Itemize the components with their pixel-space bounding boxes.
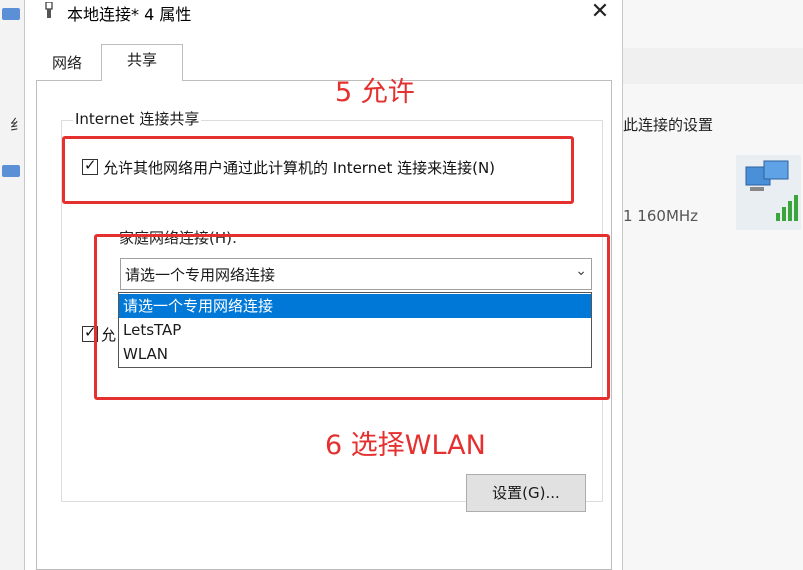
background-toolbar-band <box>621 48 803 84</box>
background-partial-text: 纟 <box>10 116 26 134</box>
highlight-box-dropdown <box>94 234 610 400</box>
tab-network[interactable]: 网络 <box>37 48 97 78</box>
background-window-left: 纟 <box>0 0 25 570</box>
tab-sharing[interactable]: 共享 <box>101 44 183 81</box>
network-status-icon <box>736 155 801 230</box>
settings-button[interactable]: 设置(G)... <box>466 474 586 512</box>
background-settings-text: 此连接的设置 <box>623 116 714 134</box>
background-speed-text: 1 160MHz <box>623 207 699 225</box>
close-button[interactable]: ✕ <box>585 0 615 25</box>
highlight-box-allow <box>62 136 574 204</box>
background-app-icon <box>2 8 20 20</box>
network-adapter-icon <box>43 1 55 20</box>
annotation-step-5: 5 允许 <box>335 77 415 108</box>
group-title: Internet 连接共享 <box>73 108 202 129</box>
background-window-right: 此连接的设置 1 160MHz <box>621 0 803 570</box>
dialog-title: 本地连接* 4 属性 <box>67 5 192 24</box>
annotation-step-6: 6 选择WLAN <box>325 430 486 461</box>
background-monitor-icon <box>2 165 20 177</box>
